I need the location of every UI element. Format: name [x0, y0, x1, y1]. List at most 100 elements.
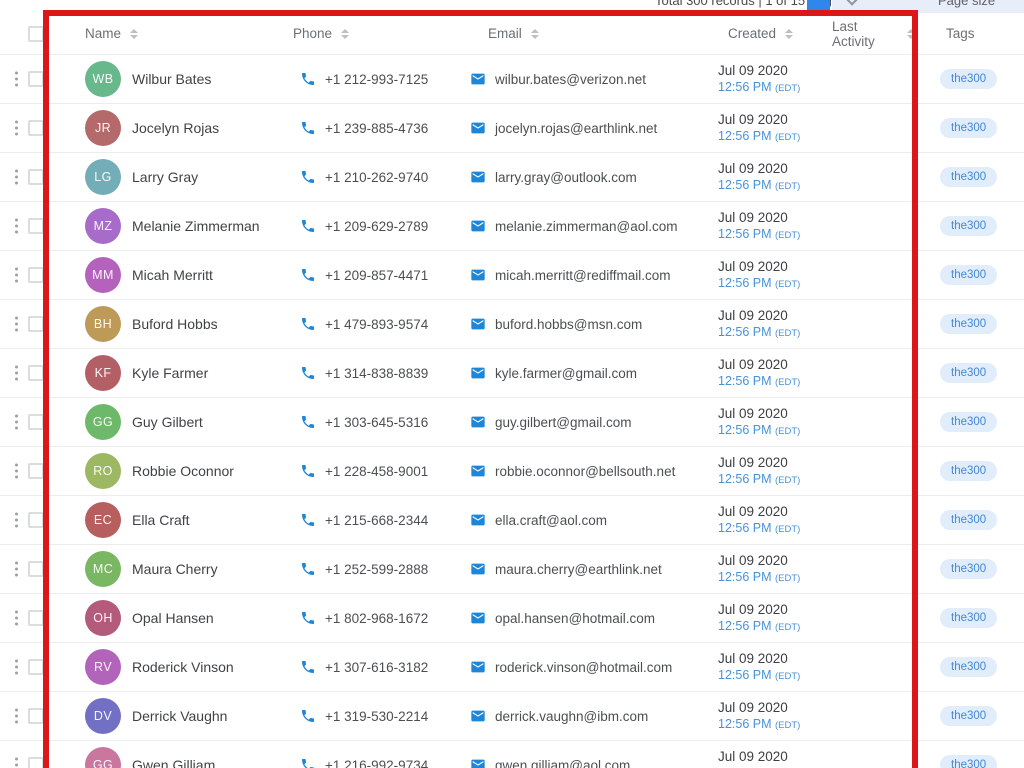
page-size-control[interactable]: Page size	[832, 0, 1024, 13]
tags-cell: the300	[915, 545, 1024, 593]
email-cell: melanie.zimmerman@aol.com	[455, 202, 700, 250]
column-header-phone[interactable]: Phone	[285, 13, 455, 54]
pagination-button[interactable]	[807, 0, 830, 13]
contact-name[interactable]: Jocelyn Rojas	[132, 120, 219, 136]
row-checkbox[interactable]	[28, 267, 44, 283]
created-date: Jul 09 2020	[718, 601, 788, 617]
kebab-menu-icon[interactable]	[15, 365, 18, 381]
row-checkbox[interactable]	[28, 561, 44, 577]
row-checkbox[interactable]	[28, 365, 44, 381]
row-checkbox[interactable]	[28, 71, 44, 87]
phone-cell: +1 479-893-9574	[285, 300, 455, 348]
phone-number: +1 307-616-3182	[325, 659, 429, 675]
row-checkbox[interactable]	[28, 659, 44, 675]
row-actions-cell	[0, 300, 49, 348]
contact-name[interactable]: Gwen Gilliam	[132, 757, 215, 768]
contact-name[interactable]: Derrick Vaughn	[132, 708, 227, 724]
table-row: OH Opal Hansen +1 802-968-1672 opal.hans…	[0, 594, 1024, 643]
phone-number: +1 319-530-2214	[325, 708, 429, 724]
email-address: gwen.gilliam@aol.com	[495, 757, 631, 768]
column-header-created[interactable]: Created	[700, 13, 815, 54]
created-cell: Jul 09 2020 12:56 PM (EDT)	[700, 104, 815, 152]
name-cell: JR Jocelyn Rojas	[49, 104, 285, 152]
row-checkbox[interactable]	[28, 463, 44, 479]
row-checkbox[interactable]	[28, 414, 44, 430]
kebab-menu-icon[interactable]	[15, 708, 18, 724]
row-checkbox[interactable]	[28, 757, 44, 768]
created-time-value: 12:56 PM	[718, 226, 772, 241]
kebab-menu-icon[interactable]	[15, 71, 18, 87]
contact-name[interactable]: Kyle Farmer	[132, 365, 208, 381]
phone-number: +1 303-645-5316	[325, 414, 429, 430]
tags-cell: the300	[915, 251, 1024, 299]
avatar: BH	[85, 306, 121, 342]
row-checkbox[interactable]	[28, 120, 44, 136]
name-cell: BH Buford Hobbs	[49, 300, 285, 348]
kebab-menu-icon[interactable]	[15, 757, 18, 768]
row-checkbox[interactable]	[28, 610, 44, 626]
table-row: BH Buford Hobbs +1 479-893-9574 buford.h…	[0, 300, 1024, 349]
row-checkbox[interactable]	[28, 218, 44, 234]
sort-icon[interactable]	[130, 28, 139, 39]
kebab-menu-icon[interactable]	[15, 120, 18, 136]
contact-name[interactable]: Buford Hobbs	[132, 316, 218, 332]
phone-number: +1 216-992-9734	[325, 757, 429, 768]
created-cell: Jul 09 2020 12:56 PM (EDT)	[700, 594, 815, 642]
email-address: guy.gilbert@gmail.com	[495, 414, 632, 430]
kebab-menu-icon[interactable]	[15, 218, 18, 234]
created-time: 12:56 PM (EDT)	[718, 765, 815, 768]
contact-name[interactable]: Melanie Zimmerman	[132, 218, 260, 234]
sort-icon[interactable]	[530, 28, 539, 39]
column-header-name[interactable]: Name	[49, 13, 285, 54]
table-row: MZ Melanie Zimmerman +1 209-629-2789 mel…	[0, 202, 1024, 251]
email-cell: micah.merritt@rediffmail.com	[455, 251, 700, 299]
select-all-checkbox[interactable]	[28, 25, 44, 42]
contact-name[interactable]: Wilbur Bates	[132, 71, 211, 87]
email-cell: derrick.vaughn@ibm.com	[455, 692, 700, 740]
contact-name[interactable]: Micah Merritt	[132, 267, 213, 283]
created-time: 12:56 PM (EDT)	[718, 128, 815, 146]
row-checkbox[interactable]	[28, 512, 44, 528]
contact-name[interactable]: Robbie Oconnor	[132, 463, 234, 479]
kebab-menu-icon[interactable]	[15, 659, 18, 675]
kebab-menu-icon[interactable]	[15, 169, 18, 185]
created-cell: Jul 09 2020 12:56 PM (EDT)	[700, 398, 815, 446]
tags-cell: the300	[915, 104, 1024, 152]
created-cell: Jul 09 2020 12:56 PM (EDT)	[700, 692, 815, 740]
avatar: RO	[85, 453, 121, 489]
kebab-menu-icon[interactable]	[15, 267, 18, 283]
sort-icon[interactable]	[907, 28, 915, 39]
email-icon	[470, 169, 486, 185]
row-checkbox[interactable]	[28, 169, 44, 185]
created-cell: Jul 09 2020 12:56 PM (EDT)	[700, 349, 815, 397]
row-checkbox[interactable]	[28, 708, 44, 724]
row-actions-cell	[0, 594, 49, 642]
phone-number: +1 802-968-1672	[325, 610, 429, 626]
contact-name[interactable]: Ella Craft	[132, 512, 190, 528]
tags-cell: the300	[915, 300, 1024, 348]
kebab-menu-icon[interactable]	[15, 610, 18, 626]
contact-name[interactable]: Larry Gray	[132, 169, 198, 185]
kebab-menu-icon[interactable]	[15, 414, 18, 430]
contact-name[interactable]: Maura Cherry	[132, 561, 218, 577]
kebab-menu-icon[interactable]	[15, 463, 18, 479]
contact-name[interactable]: Guy Gilbert	[132, 414, 203, 430]
kebab-menu-icon[interactable]	[15, 316, 18, 332]
avatar: KF	[85, 355, 121, 391]
sort-icon[interactable]	[341, 28, 350, 39]
column-header-email[interactable]: Email	[455, 13, 700, 54]
created-timezone: (EDT)	[775, 719, 801, 731]
created-date: Jul 09 2020	[718, 307, 788, 323]
kebab-menu-icon[interactable]	[15, 561, 18, 577]
tag-badge: the300	[940, 608, 998, 628]
chevron-down-icon	[846, 0, 858, 6]
phone-cell: +1 802-968-1672	[285, 594, 455, 642]
contact-name[interactable]: Roderick Vinson	[132, 659, 234, 675]
column-header-last-activity[interactable]: Last Activity	[815, 13, 915, 54]
contact-name[interactable]: Opal Hansen	[132, 610, 214, 626]
kebab-menu-icon[interactable]	[15, 512, 18, 528]
created-timezone: (EDT)	[775, 523, 801, 535]
row-checkbox[interactable]	[28, 316, 44, 332]
sort-icon[interactable]	[785, 28, 794, 39]
created-date: Jul 09 2020	[718, 62, 788, 78]
